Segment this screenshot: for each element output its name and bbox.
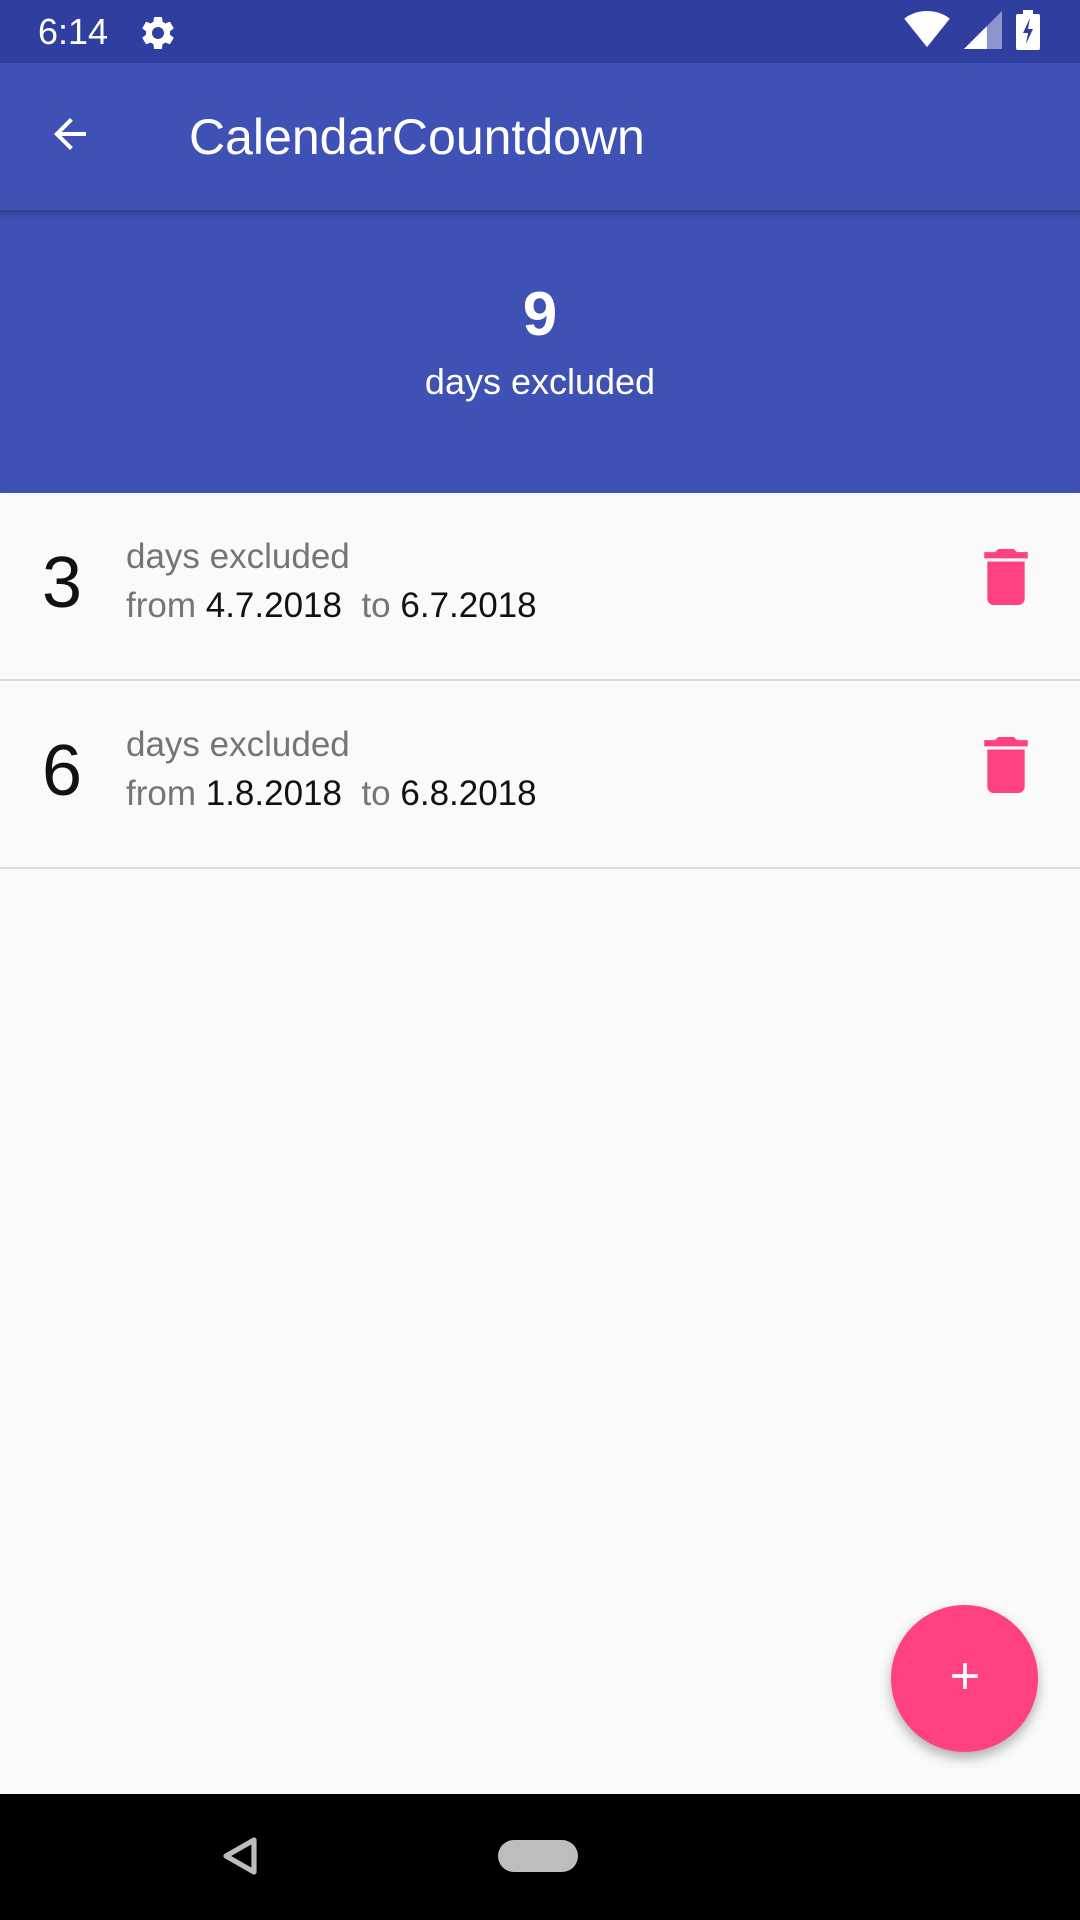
battery-charging-icon xyxy=(1016,9,1040,55)
total-excluded-label: days excluded xyxy=(424,361,656,402)
summary-header: 9 days excluded xyxy=(0,210,1080,493)
from-date: 1.8.2018 xyxy=(205,774,342,813)
to-date: 6.8.2018 xyxy=(400,774,537,813)
item-label: days excluded xyxy=(126,537,350,576)
exclusion-list: 3 days excluded from 4.7.2018 to 6.7.201… xyxy=(0,493,1080,869)
from-date: 4.7.2018 xyxy=(205,586,342,625)
total-excluded-count: 9 xyxy=(522,280,558,349)
list-item[interactable]: 6 days excluded from 1.8.2018 to 6.8.201… xyxy=(0,681,1080,869)
item-label: days excluded xyxy=(126,725,350,764)
arrow-back-icon xyxy=(46,110,94,163)
to-date: 6.7.2018 xyxy=(400,586,537,625)
back-button[interactable] xyxy=(40,106,100,166)
nav-home-button[interactable] xyxy=(498,1840,578,1872)
delete-button[interactable] xyxy=(976,735,1036,799)
to-label: to xyxy=(361,586,391,625)
trash-icon xyxy=(984,736,1028,798)
item-date-range: from 4.7.2018 to 6.7.2018 xyxy=(126,586,537,626)
item-count: 6 xyxy=(42,731,83,811)
item-count: 3 xyxy=(42,543,83,623)
to-label: to xyxy=(361,774,391,813)
status-icons xyxy=(904,9,1040,55)
add-exclusion-button[interactable] xyxy=(891,1605,1038,1752)
nav-back-icon[interactable] xyxy=(222,1836,258,1876)
item-date-range: from 1.8.2018 to 6.8.2018 xyxy=(126,774,537,814)
status-bar: 6:14 xyxy=(0,0,1080,63)
app-title: CalendarCountdown xyxy=(189,109,645,165)
plus-icon xyxy=(943,1654,987,1703)
from-label: from xyxy=(126,586,196,625)
system-nav-bar xyxy=(0,1794,1080,1920)
delete-button[interactable] xyxy=(976,547,1036,611)
trash-icon xyxy=(984,548,1028,610)
app-bar: CalendarCountdown xyxy=(0,63,1080,210)
wifi-icon xyxy=(904,10,950,54)
from-label: from xyxy=(126,774,196,813)
status-time: 6:14 xyxy=(38,11,109,52)
list-item[interactable]: 3 days excluded from 4.7.2018 to 6.7.201… xyxy=(0,493,1080,681)
cell-signal-icon xyxy=(964,10,1002,54)
settings-icon xyxy=(138,13,178,53)
